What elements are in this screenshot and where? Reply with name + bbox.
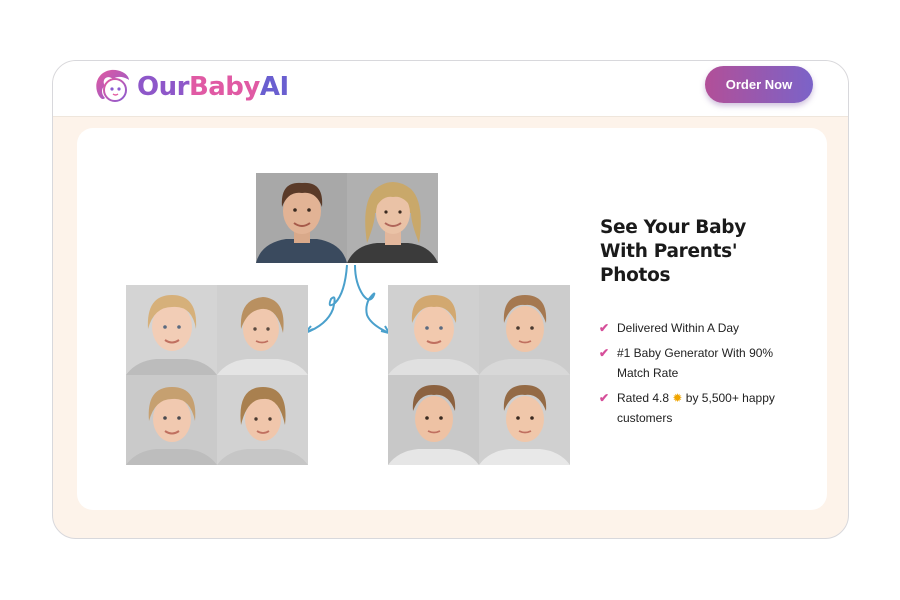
check-icon: ✔ xyxy=(599,346,610,360)
hero-card: See Your Baby With Parents' Photos ✔ Del… xyxy=(77,128,827,510)
boy-child-photo xyxy=(388,285,479,375)
check-icon: ✔ xyxy=(599,321,610,335)
rating-text: Rated 4.8 xyxy=(617,391,670,405)
feature-item: ✔ Delivered Within A Day xyxy=(599,318,799,338)
brand-name-baby: Baby xyxy=(188,72,260,102)
arrows-graphic xyxy=(304,264,390,334)
father-photo xyxy=(256,173,347,263)
star-icon: ✹ xyxy=(672,391,683,405)
feature-list: ✔ Delivered Within A Day ✔ #1 Baby Gener… xyxy=(599,318,799,433)
feature-text: Rated 4.8 ✹ by 5,500+ happy customers xyxy=(617,388,799,428)
brand-logo[interactable]: OurBabyAI xyxy=(91,66,289,108)
feature-text: Delivered Within A Day xyxy=(617,321,740,335)
hero-heading: See Your Baby With Parents' Photos xyxy=(600,217,746,286)
girl-child-photo xyxy=(126,375,217,465)
feature-item: ✔ Rated 4.8 ✹ by 5,500+ happy customers xyxy=(599,388,799,428)
browser-frame: OurBabyAI Order Now See Your Baby With P… xyxy=(52,60,849,539)
girl-child-photo xyxy=(126,285,217,375)
mother-photo xyxy=(347,173,438,263)
girl-child-photo xyxy=(217,375,308,465)
baby-face-logo-icon xyxy=(96,69,129,102)
brand-name: OurBabyAI xyxy=(137,72,289,102)
order-now-button[interactable]: Order Now xyxy=(705,66,813,103)
boy-child-photo xyxy=(479,285,570,375)
boy-child-photo xyxy=(479,375,570,465)
check-icon: ✔ xyxy=(599,391,610,405)
boy-child-photo xyxy=(388,375,479,465)
girl-child-photo xyxy=(217,285,308,375)
feature-text: #1 Baby Generator With 90% Match Rate xyxy=(617,346,774,380)
feature-item: ✔ #1 Baby Generator With 90% Match Rate xyxy=(599,343,799,383)
brand-name-ai: AI xyxy=(259,72,289,102)
navbar: OurBabyAI Order Now xyxy=(53,61,848,117)
brand-name-our: Our xyxy=(137,72,189,102)
